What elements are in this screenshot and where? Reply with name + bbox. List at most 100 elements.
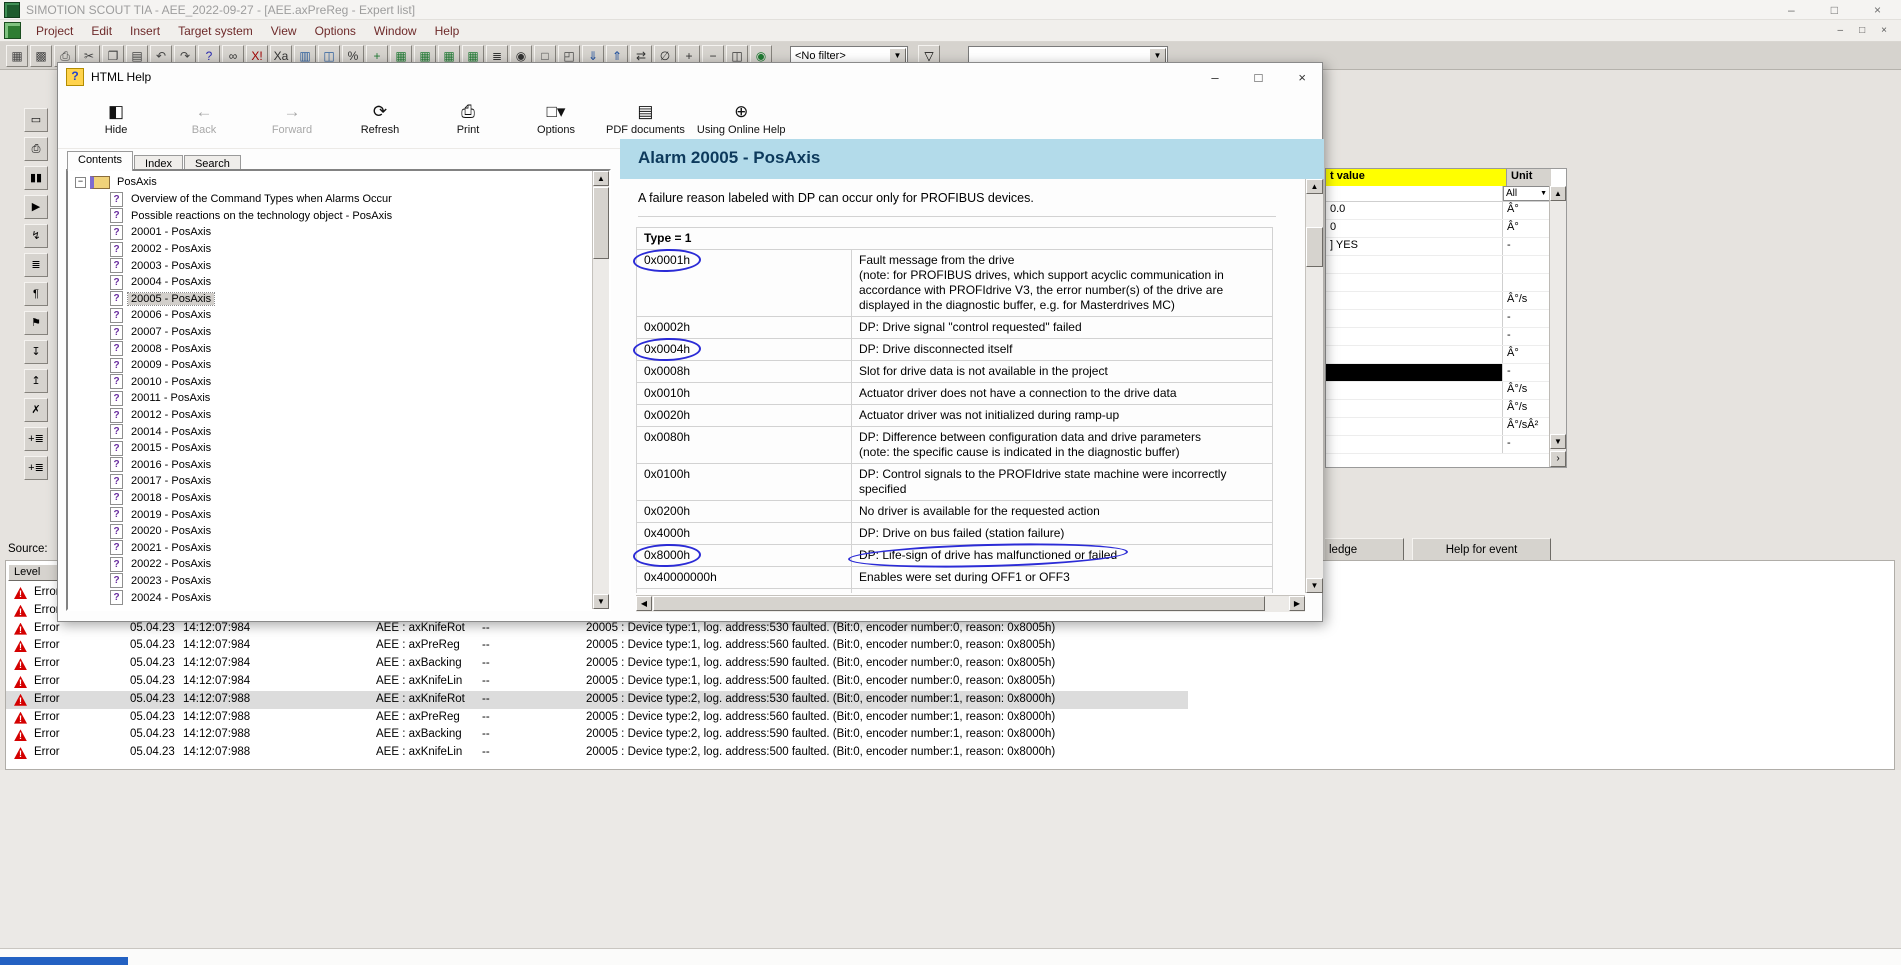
tree-item[interactable]: 20018 - PosAxis [70,490,591,507]
value-cell[interactable] [1326,436,1503,453]
alarm-row[interactable]: Error 05.04.23 14:12:07:988 AEE : axPreR… [6,709,1894,727]
scroll-up-icon[interactable]: ▲ [1306,179,1323,194]
scroll-down-icon[interactable]: ▼ [1306,578,1323,593]
unit-column-header[interactable]: Unit [1507,169,1551,186]
value-cell[interactable]: 0.0 [1326,202,1503,219]
left-toolbar-button[interactable]: ▮▮ [24,166,48,190]
toolbar-button[interactable]: ▩ [30,45,52,67]
print-button[interactable]: ⎙ Print [424,95,512,145]
value-row[interactable]: 0 Â° [1326,220,1566,238]
unit-cell[interactable]: Â° [1503,346,1545,363]
tree-item[interactable]: 20009 - PosAxis [70,357,591,374]
alarm-row[interactable]: Error 05.04.23 14:12:07:984 AEE : axPreR… [6,637,1894,655]
value-row[interactable]: - [1326,310,1566,328]
forward-button[interactable]: → Forward [248,95,336,145]
pdf-documents-button[interactable]: ▤ PDF documents [600,95,691,145]
alarm-row[interactable]: Error 05.04.23 14:12:07:984 AEE : axKnif… [6,673,1894,691]
unit-cell[interactable] [1503,274,1545,291]
alarm-row[interactable]: Error 05.04.23 14:12:07:984 AEE : axBack… [6,655,1894,673]
menu-item[interactable]: Project [27,22,82,40]
scrollbar-thumb[interactable] [1306,227,1323,267]
mdi-minimize-button[interactable]: – [1838,25,1844,36]
tree-item[interactable]: 20011 - PosAxis [70,390,591,407]
alarm-row[interactable]: Error 05.04.23 14:12:07:984 AEE : axKnif… [6,620,1894,638]
value-cell[interactable] [1326,256,1503,273]
tree-scrollbar[interactable]: ▲ ▼ [592,171,609,609]
left-toolbar-button[interactable]: ⎙ [24,137,48,161]
left-toolbar-button[interactable]: ↥ [24,369,48,393]
unit-cell[interactable]: - [1503,238,1545,255]
left-toolbar-button[interactable]: ✗ [24,398,48,422]
content-vertical-scrollbar[interactable]: ▲ ▼ [1305,179,1323,593]
value-row[interactable]: Â°/s [1326,382,1566,400]
tree-item[interactable]: 20023 - PosAxis [70,573,591,590]
tree-item[interactable]: 20015 - PosAxis [70,440,591,457]
options-button[interactable]: □▾ Options [512,95,600,145]
collapse-icon[interactable] [75,177,86,188]
value-cell[interactable] [1326,292,1503,309]
scroll-right-icon[interactable]: › [1550,451,1566,467]
menu-item[interactable]: Target system [169,22,262,40]
menu-item[interactable]: View [262,22,306,40]
value-cell[interactable]: 0 [1326,220,1503,237]
value-row[interactable]: - [1326,436,1566,454]
tree-item[interactable]: 20003 - PosAxis [70,257,591,274]
tree-item[interactable]: 20020 - PosAxis [70,523,591,540]
value-cell[interactable] [1326,418,1503,435]
unit-filter-dropdown[interactable]: All ▼ [1503,186,1550,201]
left-toolbar-button[interactable]: ⚑ [24,311,48,335]
tree-item[interactable]: 20016 - PosAxis [70,457,591,474]
scrollbar-thumb[interactable] [653,596,1265,611]
value-cell[interactable] [1326,274,1503,291]
unit-cell[interactable]: Â°/s [1503,400,1545,417]
tree-item[interactable]: 20025 - PosAxis [70,606,591,607]
value-cell[interactable] [1326,328,1503,345]
value-row[interactable]: - [1326,364,1566,382]
scroll-up-icon[interactable]: ▲ [593,171,609,186]
left-toolbar-button[interactable]: ▶ [24,195,48,219]
value-cell[interactable] [1326,310,1503,327]
unit-cell[interactable]: - [1503,328,1545,345]
tree-item[interactable]: 20022 - PosAxis [70,556,591,573]
help-tab[interactable]: Contents [67,151,133,171]
refresh-button[interactable]: ⟳ Refresh [336,95,424,145]
scrollbar-thumb[interactable] [593,187,609,259]
tree-item[interactable]: 20001 - PosAxis [70,224,591,241]
mdi-restore-button[interactable]: □ [1859,25,1865,36]
value-cell[interactable] [1326,400,1503,417]
value-cell[interactable]: ] YES [1326,238,1503,255]
left-toolbar-button[interactable]: ¶ [24,282,48,306]
back-button[interactable]: ← Back [160,95,248,145]
alarm-row[interactable]: Error 05.04.23 14:12:07:988 AEE : axKnif… [6,744,1894,762]
unit-cell[interactable]: - [1503,310,1545,327]
acknowledge-button[interactable]: ledge [1325,538,1404,561]
tree-item[interactable]: 20007 - PosAxis [70,324,591,341]
left-toolbar-button[interactable]: ↯ [24,224,48,248]
value-row[interactable] [1326,274,1566,292]
left-toolbar-button[interactable]: +≣ [24,456,48,480]
value-row[interactable]: Â°/sÂ² [1326,418,1566,436]
left-toolbar-button[interactable]: ≣ [24,253,48,277]
menu-item[interactable]: Help [426,22,469,40]
tree-item[interactable]: 20006 - PosAxis [70,307,591,324]
value-row[interactable]: Â°/s [1326,292,1566,310]
tree-root[interactable]: PosAxis [70,173,591,191]
tree-item[interactable]: 20024 - PosAxis [70,589,591,606]
left-toolbar-button[interactable]: ↧ [24,340,48,364]
unit-cell[interactable]: Â°/s [1503,292,1545,309]
tree-item[interactable]: 20002 - PosAxis [70,241,591,258]
unit-cell[interactable] [1503,256,1545,273]
tree-item[interactable]: 20004 - PosAxis [70,274,591,291]
menu-item[interactable]: Edit [82,22,121,40]
value-row[interactable]: Â° [1326,346,1566,364]
unit-cell[interactable]: - [1503,364,1545,381]
help-maximize-button[interactable]: □ [1255,70,1263,85]
value-cell[interactable] [1326,346,1503,363]
help-close-button[interactable]: × [1298,70,1306,85]
minimize-button[interactable]: – [1788,3,1795,17]
unit-cell[interactable]: Â°/s [1503,382,1545,399]
unit-cell[interactable]: Â° [1503,220,1545,237]
value-cell[interactable] [1326,364,1503,381]
scroll-down-icon[interactable]: ▼ [593,594,609,609]
value-row[interactable]: Â°/s [1326,400,1566,418]
